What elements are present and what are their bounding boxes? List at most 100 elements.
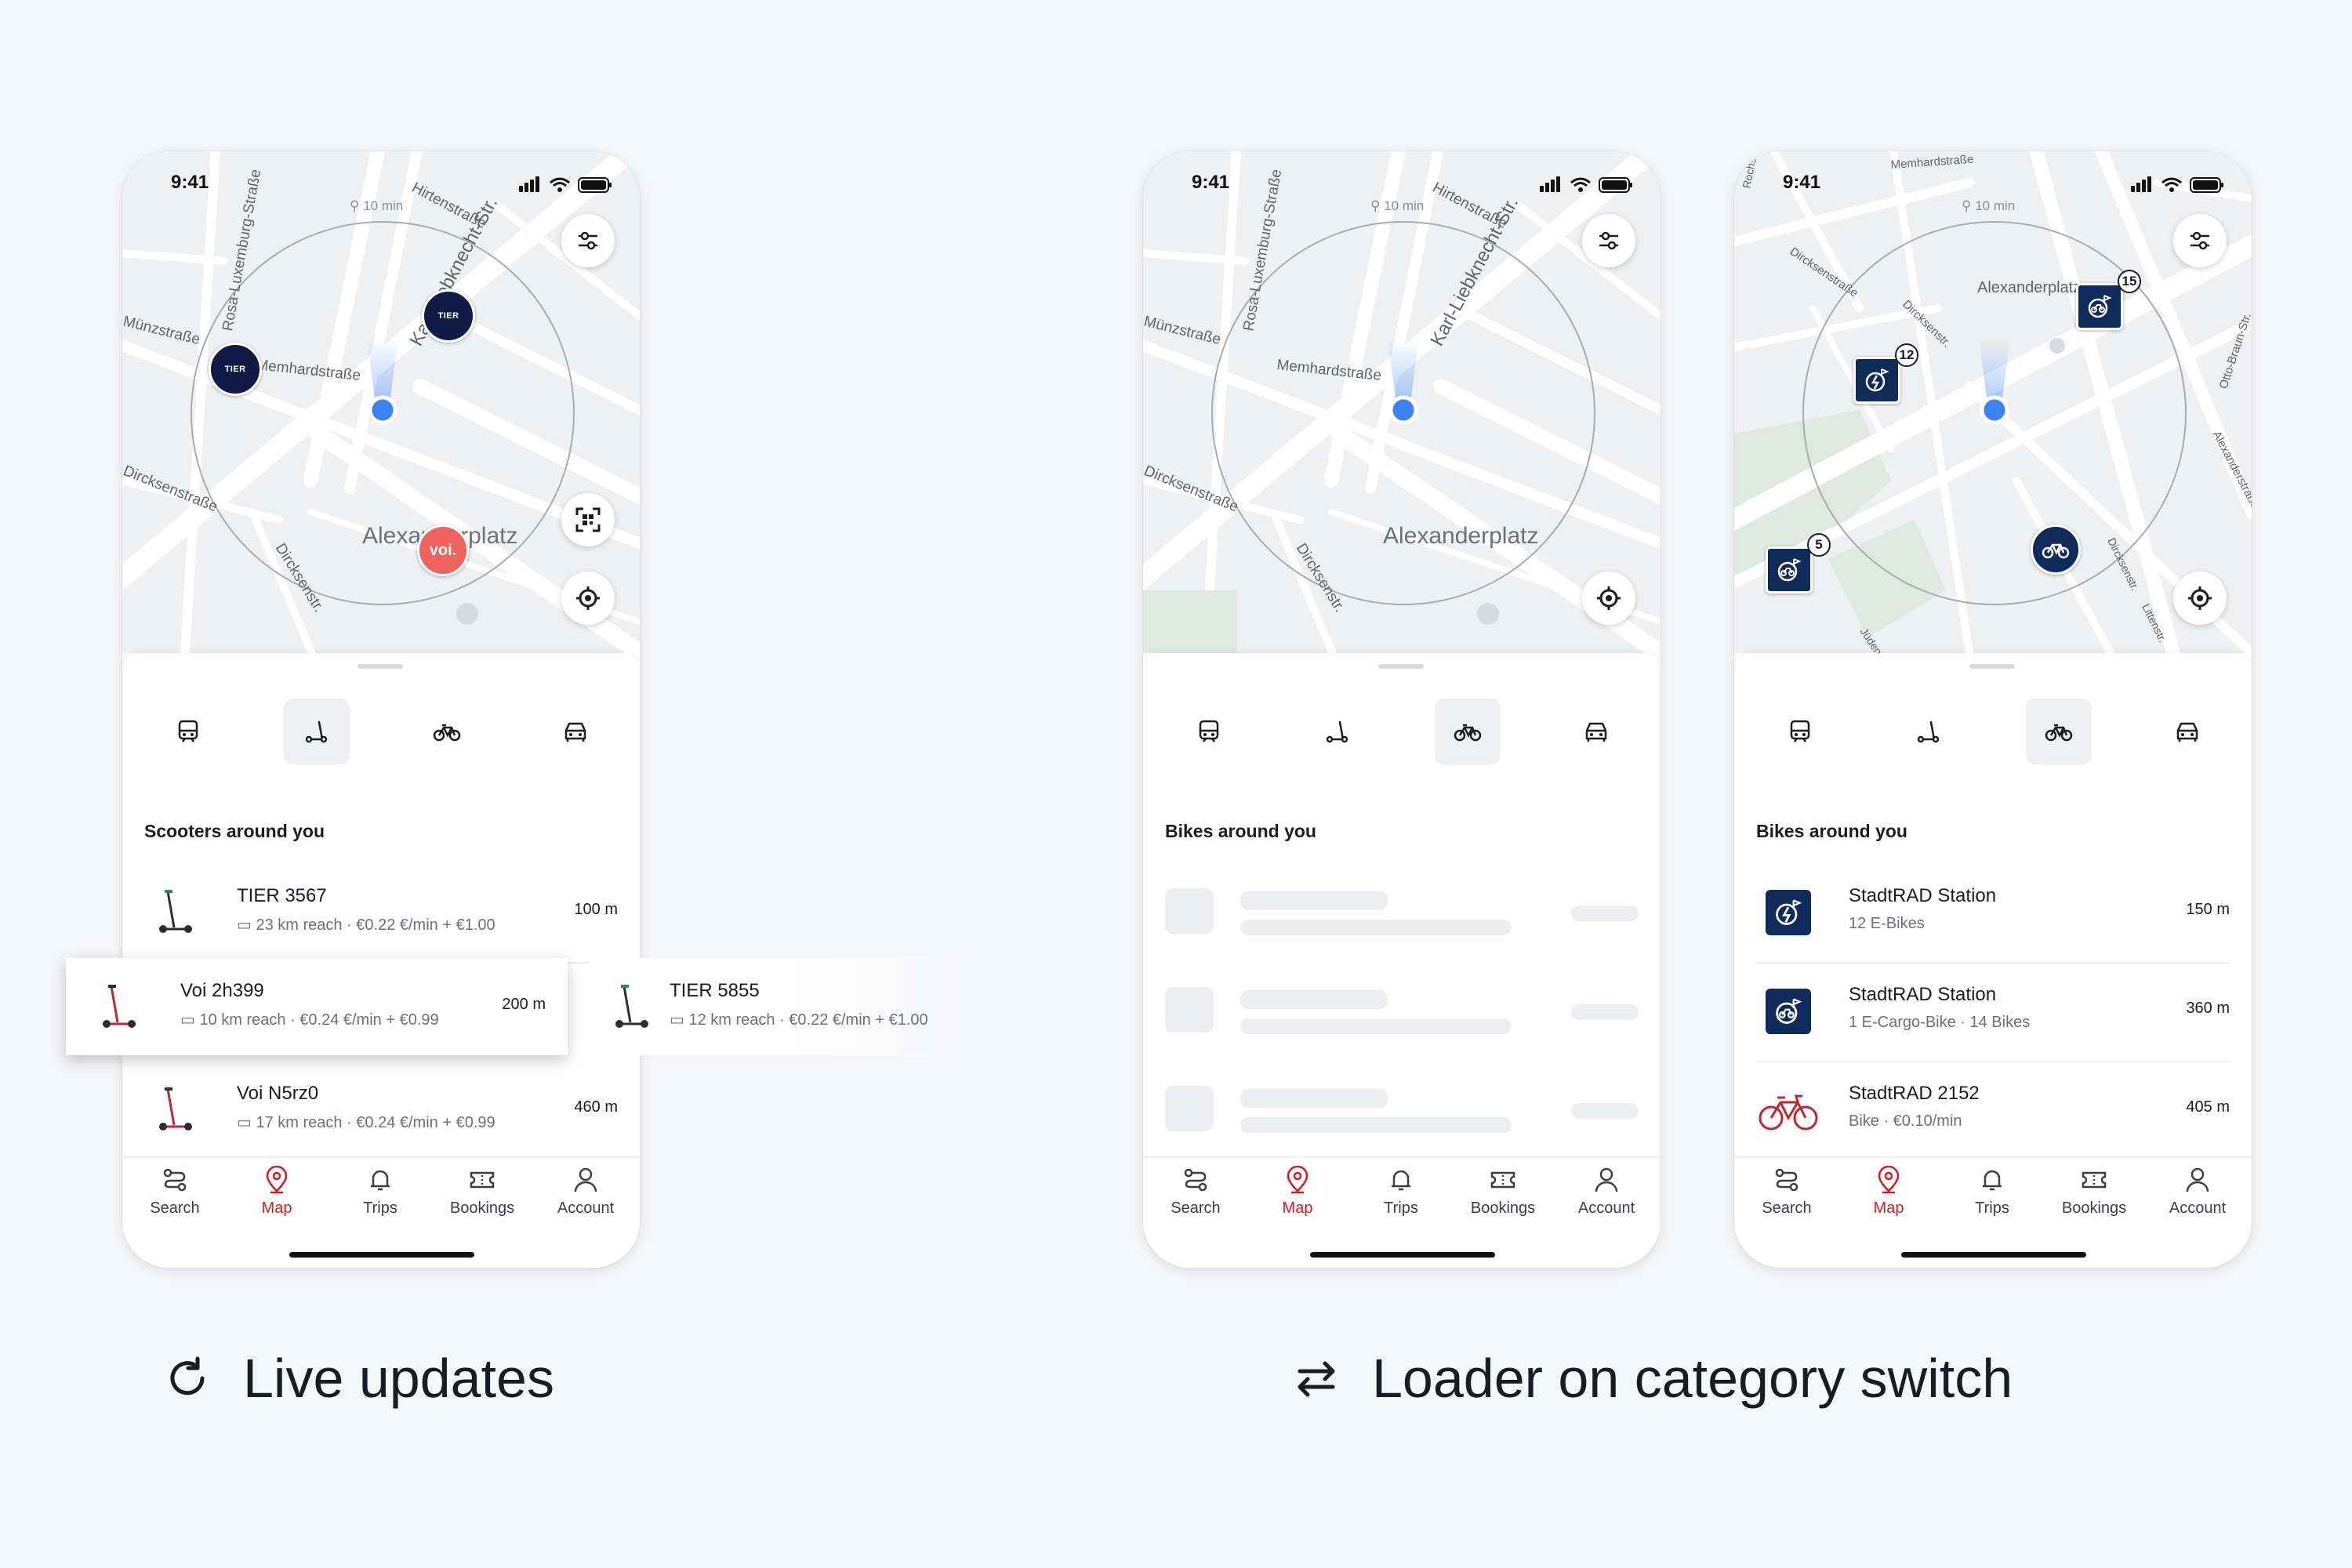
category-bike[interactable]	[2026, 699, 2092, 764]
street-label: Dircksenstraße	[1788, 245, 1860, 299]
tab-map[interactable]: Map	[1838, 1165, 1940, 1218]
map-view[interactable]: Rosa-Luxemburg-Straße Hirtenstraße Karl-…	[1143, 151, 1661, 653]
sheet-grabber[interactable]	[1969, 664, 2015, 669]
tab-trips[interactable]: Trips	[1350, 1166, 1452, 1218]
walk-radius-label: ⚲ 10 min	[1370, 198, 1424, 214]
category-transit[interactable]	[1176, 699, 1242, 764]
list-item[interactable]: StadtRAD 2152 Bike · €0.10/min 405 m	[1756, 1061, 2230, 1160]
street-label: Alexanderstraße	[2209, 429, 2252, 511]
map-view[interactable]: Alexanderplatz Memhardstraße Dircksenstr…	[1734, 151, 2252, 653]
tab-account[interactable]: Account	[1555, 1166, 1657, 1218]
vehicle-name: TIER 3567	[237, 885, 327, 906]
bike-station-pin[interactable]: 15	[2076, 270, 2141, 330]
updating-list-item[interactable]: Voi 2h399 ▭ 10 km reach · €0.24 €/min + …	[66, 958, 568, 1055]
tab-search[interactable]: Search	[124, 1166, 226, 1218]
category-bike[interactable]	[1435, 699, 1501, 764]
category-transit[interactable]	[1767, 699, 1833, 764]
category-transit[interactable]	[155, 699, 221, 764]
street-label: Dircksenstraße	[1143, 463, 1240, 515]
tab-search[interactable]: Search	[1145, 1166, 1247, 1218]
category-scooter[interactable]	[284, 699, 350, 764]
filter-button[interactable]	[561, 214, 615, 267]
vehicle-distance: 200 m	[502, 996, 546, 1013]
status-time: 9:41	[1783, 172, 1821, 193]
tab-bar: Search Map Trips Bookings Account	[1143, 1156, 1661, 1268]
street-label: Memhardstraße	[255, 357, 361, 384]
bike-details: Bike · €0.10/min	[1849, 1112, 1962, 1130]
skeleton-line	[1240, 1117, 1512, 1133]
incoming-list-item: TIER 5855 ▭ 12 km reach · €0.22 €/min + …	[590, 958, 958, 1055]
sheet-grabber[interactable]	[358, 664, 403, 669]
refresh-icon	[163, 1354, 212, 1403]
person-icon	[1595, 1167, 1618, 1192]
tab-trips[interactable]: Trips	[329, 1166, 431, 1218]
vehicle-details: ▭ 10 km reach · €0.24 €/min + €0.99	[180, 1010, 439, 1029]
map-pin-icon	[266, 1165, 288, 1194]
ebike-station-pin[interactable]: 12	[1853, 343, 1918, 404]
voi-scooter-pin[interactable]: voi.	[417, 524, 469, 576]
battery-icon: ▭	[670, 1011, 689, 1029]
sheet-grabber[interactable]	[1378, 664, 1424, 669]
tab-label: Trips	[363, 1200, 397, 1217]
home-indicator	[1310, 1252, 1495, 1258]
bicycle-icon	[433, 724, 461, 742]
map-pin-icon	[1287, 1165, 1308, 1194]
category-scooter[interactable]	[1896, 699, 1962, 764]
walk-icon: ⚲	[1962, 198, 1976, 213]
tab-account[interactable]: Account	[2147, 1166, 2249, 1218]
tab-account[interactable]: Account	[535, 1166, 637, 1218]
tier-scooter-pin[interactable]: TIER	[422, 289, 475, 343]
list-item[interactable]: Voi N5rz0 ▭ 17 km reach · €0.24 €/min + …	[144, 1061, 618, 1160]
category-car[interactable]	[543, 699, 608, 764]
station-name: StadtRAD Station	[1849, 984, 1997, 1005]
crosshair-icon	[576, 586, 600, 610]
bicycle-icon	[1454, 724, 1482, 742]
street-label: Dircksenstraße	[122, 463, 220, 515]
locate-me-button[interactable]	[1582, 572, 1635, 625]
list-item[interactable]: TIER 3567 ▭ 23 km reach · €0.22 €/min + …	[144, 863, 618, 962]
tab-trips[interactable]: Trips	[1941, 1166, 2043, 1218]
filter-button[interactable]	[2173, 214, 2227, 267]
ticket-icon	[2082, 1171, 2107, 1189]
map-view[interactable]: Rosa-Luxemburg-Straße Hirtenstraße Karl-…	[122, 151, 640, 653]
tab-search[interactable]: Search	[1736, 1166, 1838, 1218]
list-title: Bikes around you	[1165, 821, 1316, 841]
street-label: Münzstraße	[1143, 313, 1222, 348]
crosshair-icon	[2188, 586, 2212, 610]
tier-scooter-pin[interactable]: TIER	[209, 343, 262, 396]
phone-bikes-loading: Rosa-Luxemburg-Straße Hirtenstraße Karl-…	[1143, 151, 1661, 1268]
tab-bar: Search Map Trips Bookings Account	[122, 1156, 640, 1268]
locate-me-button[interactable]	[2173, 572, 2227, 625]
filter-button[interactable]	[1582, 214, 1635, 267]
category-car[interactable]	[2154, 699, 2220, 764]
tab-label: Trips	[1975, 1200, 2009, 1217]
station-thumbnail	[1756, 979, 1820, 1044]
train-icon	[1199, 720, 1219, 742]
vehicle-name: Voi 2h399	[180, 980, 264, 1001]
scan-qr-button[interactable]	[561, 493, 615, 546]
vehicle-details: ▭ 17 km reach · €0.24 €/min + €0.99	[237, 1112, 495, 1132]
category-bike[interactable]	[414, 699, 480, 764]
tab-label: Bookings	[449, 1200, 515, 1217]
tab-bookings[interactable]: Bookings	[1452, 1166, 1554, 1218]
tab-bookings[interactable]: Bookings	[431, 1166, 533, 1218]
list-item-content: TIER 5855 ▭ 12 km reach · €0.22 €/min + …	[601, 958, 961, 1057]
tab-map[interactable]: Map	[226, 1165, 328, 1218]
bike-pin[interactable]	[2031, 524, 2081, 575]
category-scooter[interactable]	[1305, 699, 1370, 764]
skeleton-line	[1240, 1089, 1388, 1108]
walk-time: 10 min	[1384, 198, 1425, 213]
bike-station-pin[interactable]: 5	[1766, 533, 1831, 593]
tab-map[interactable]: Map	[1247, 1165, 1348, 1218]
tab-label: Account	[2169, 1200, 2227, 1217]
station-distance: 150 m	[2186, 901, 2230, 918]
category-car[interactable]	[1563, 699, 1629, 764]
tab-bookings[interactable]: Bookings	[2043, 1166, 2145, 1218]
list-item[interactable]: StadtRAD Station 12 E-Bikes 150 m	[1756, 863, 2230, 962]
walk-radius-label: ⚲ 10 min	[1962, 198, 2015, 214]
locate-me-button[interactable]	[561, 572, 615, 625]
battery-icon: ▭	[237, 916, 256, 934]
bike-station-icon	[1777, 558, 1802, 582]
list-item[interactable]: StadtRAD Station 1 E-Cargo-Bike · 14 Bik…	[1756, 962, 2230, 1061]
battery-icon: ▭	[180, 1011, 200, 1029]
